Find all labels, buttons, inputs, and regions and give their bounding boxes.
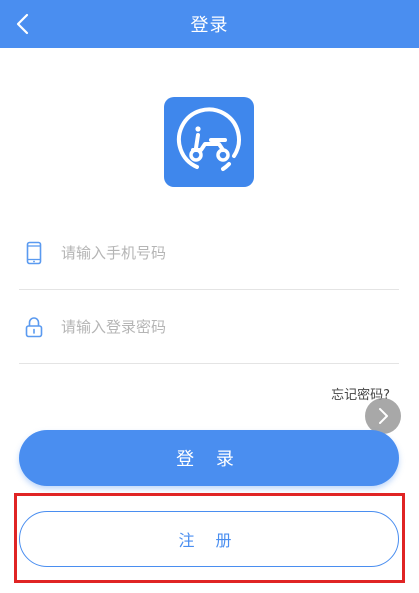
phone-field <box>19 217 399 290</box>
password-input[interactable] <box>61 312 381 342</box>
floating-next-button[interactable] <box>365 398 401 434</box>
app-logo <box>164 97 254 187</box>
lock-icon <box>21 314 47 340</box>
scooter-icon <box>176 107 241 171</box>
password-field <box>19 291 399 364</box>
chevron-right-icon <box>379 408 388 424</box>
phone-icon <box>21 240 47 266</box>
app-header: 登录 <box>0 0 419 48</box>
back-button[interactable] <box>6 8 38 40</box>
chevron-left-icon <box>16 13 29 35</box>
register-button[interactable]: 注 册 <box>19 511 399 567</box>
phone-input[interactable] <box>61 238 381 268</box>
login-screen: 登录 请输入手机号码 忘记密码? 登 录 注 册 <box>0 0 419 593</box>
page-title: 登录 <box>190 15 229 36</box>
login-button[interactable]: 登 录 <box>19 430 399 486</box>
